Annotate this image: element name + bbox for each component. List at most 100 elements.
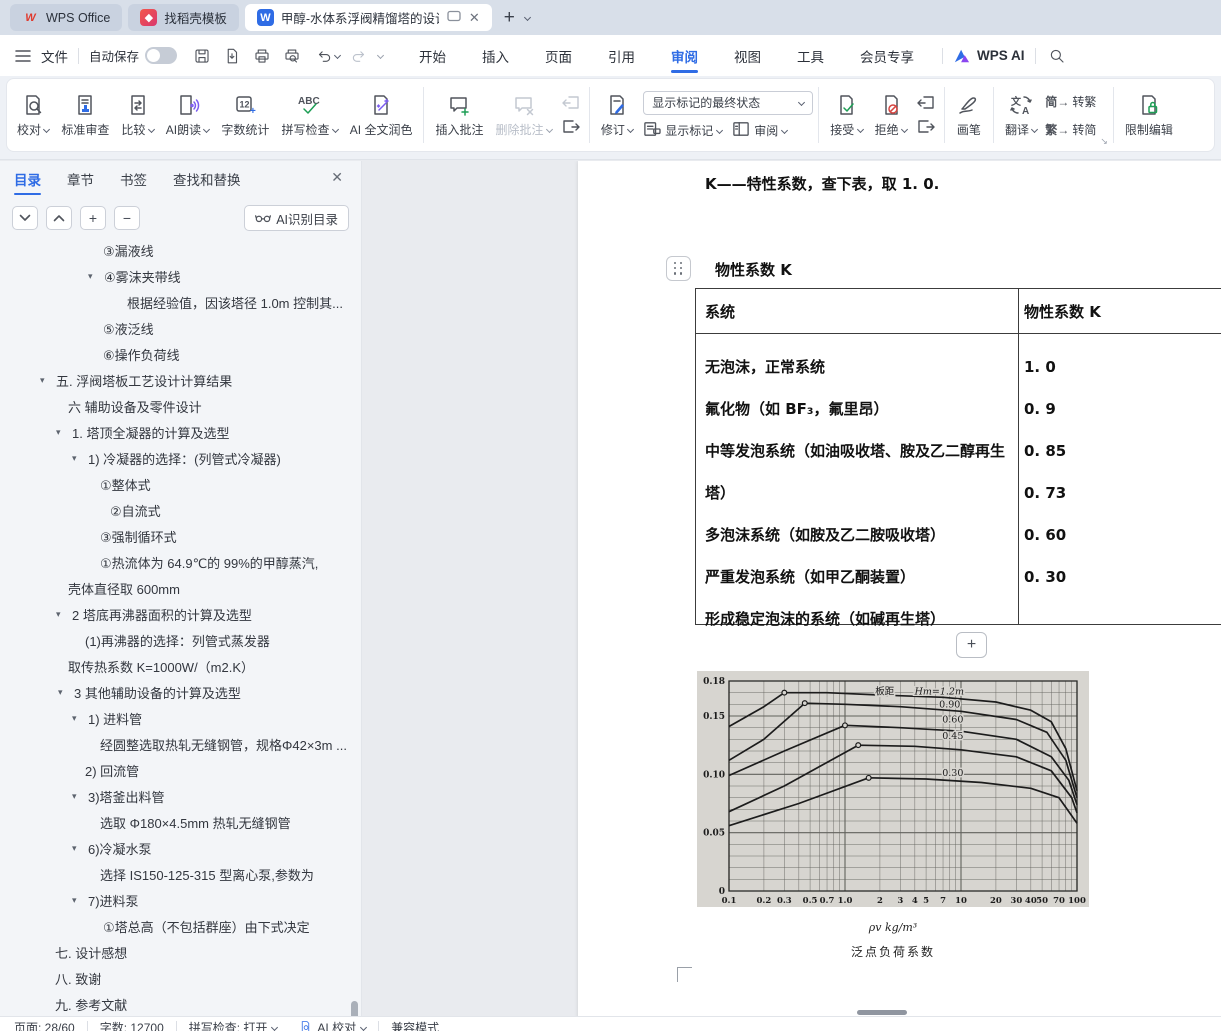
zoom-in-button[interactable]: + <box>80 206 106 230</box>
group-expand-icon[interactable]: ↘ <box>1100 136 1108 147</box>
ai-read-button[interactable]: AI朗读 <box>160 89 216 142</box>
new-tab-button[interactable]: + <box>504 7 515 29</box>
show-markup-button[interactable]: 显示标记 <box>643 121 722 140</box>
toc-item[interactable]: ▾2 塔底再沸器面积的计算及选型 <box>0 601 351 627</box>
toc-item[interactable]: ▾1. 塔顶全凝器的计算及选型 <box>0 419 351 445</box>
toc-item[interactable]: ▾五. 浮阀塔板工艺设计计算结果 <box>0 367 351 393</box>
close-tab-icon[interactable]: ✕ <box>469 10 480 26</box>
ai-check-indicator[interactable]: AI 校对 <box>299 1019 366 1031</box>
toc-item[interactable]: ③强制循环式 <box>0 523 351 549</box>
more-actions-chevron-icon[interactable] <box>377 52 384 59</box>
previous-comment-icon[interactable] <box>560 94 582 112</box>
spell-check-indicator[interactable]: 拼写检查: 打开 <box>189 1019 278 1031</box>
save-icon[interactable] <box>191 45 213 67</box>
page-indicator[interactable]: 页面: 28/60 <box>14 1019 75 1031</box>
toc-item[interactable]: ①塔总高（不包括群座）由下式决定 <box>0 913 351 939</box>
toc-collapse-caret-icon[interactable]: ▾ <box>56 427 72 438</box>
toc-item[interactable]: ①热流体为 64.9℃的 99%的甲醇蒸汽, <box>0 549 351 575</box>
detach-window-icon[interactable] <box>447 10 461 25</box>
expand-all-button[interactable] <box>46 206 72 230</box>
toc-collapse-caret-icon[interactable]: ▾ <box>72 791 88 802</box>
collapse-all-button[interactable] <box>12 206 38 230</box>
toc-item[interactable]: 壳体直径取 600mm <box>0 575 351 601</box>
table-drag-handle-icon[interactable] <box>666 256 691 281</box>
next-comment-icon[interactable] <box>560 118 582 136</box>
toc-item[interactable]: ▾1) 进料管 <box>0 705 351 731</box>
word-count-indicator[interactable]: 字数: 12700 <box>100 1019 164 1031</box>
to-traditional-button[interactable]: 简→ 转繁 <box>1045 91 1096 111</box>
menu-tools[interactable]: 工具 <box>779 36 842 76</box>
restrict-editing-button[interactable]: 限制编辑 <box>1119 89 1179 142</box>
to-simplified-button[interactable]: 繁→ 转简 <box>1045 119 1096 139</box>
track-changes-button[interactable]: 修订 <box>595 89 639 142</box>
toc-item[interactable]: ①整体式 <box>0 471 351 497</box>
toc-item[interactable]: 选择 IS150-125-315 型离心泵,参数为 <box>0 861 351 887</box>
sidebar-tab-chapters[interactable]: 章节 <box>67 161 94 197</box>
toc-item[interactable]: 经圆整选取热轧无缝钢管，规格Φ42×3m ... <box>0 731 351 757</box>
toc-item[interactable]: 九. 参考文献 <box>0 991 351 1016</box>
spell-check-button[interactable]: ABC 拼写检查 <box>275 89 343 142</box>
toc-item[interactable]: ⑥操作负荷线 <box>0 341 351 367</box>
menu-page[interactable]: 页面 <box>527 36 590 76</box>
next-change-icon[interactable] <box>915 118 937 136</box>
review-pane-button[interactable]: 审阅 <box>732 121 787 140</box>
export-pdf-icon[interactable] <box>221 45 243 67</box>
toc-collapse-caret-icon[interactable]: ▾ <box>72 453 88 464</box>
autosave-toggle[interactable] <box>145 47 177 64</box>
compare-button[interactable]: 比较 <box>115 89 159 142</box>
toc-item[interactable]: 选取 Φ180×4.5mm 热轧无缝钢管 <box>0 809 351 835</box>
ink-pen-button[interactable]: 画笔 <box>950 89 988 142</box>
word-count-button[interactable]: 12+ 字数统计 <box>215 89 275 142</box>
markup-state-dropdown[interactable]: 显示标记的最终状态 <box>643 91 813 115</box>
toc-collapse-caret-icon[interactable]: ▾ <box>72 843 88 854</box>
toc-item[interactable]: ▾3 其他辅助设备的计算及选型 <box>0 679 351 705</box>
redo-icon[interactable] <box>348 45 370 67</box>
menu-view[interactable]: 视图 <box>716 36 779 76</box>
toc-item[interactable]: 六 辅助设备及零件设计 <box>0 393 351 419</box>
print-preview-icon[interactable] <box>281 45 303 67</box>
sidebar-tab-bookmarks[interactable]: 书签 <box>120 161 147 197</box>
toc-collapse-caret-icon[interactable]: ▾ <box>72 895 88 906</box>
sidebar-tab-find-replace[interactable]: 查找和替换 <box>173 161 241 197</box>
toc-item[interactable]: (1)再沸器的选择：列管式蒸发器 <box>0 627 351 653</box>
toc-item[interactable]: ▾6)冷凝水泵 <box>0 835 351 861</box>
horizontal-scrollbar[interactable] <box>857 1010 907 1015</box>
toc-item[interactable]: ▾7)进料泵 <box>0 887 351 913</box>
wps-ai-button[interactable]: WPS AI <box>953 48 1025 64</box>
toc-item[interactable]: ⑤液泛线 <box>0 315 351 341</box>
toc-item[interactable]: ▾④雾沫夹带线 <box>0 263 351 289</box>
print-icon[interactable] <box>251 45 273 67</box>
accept-change-button[interactable]: 接受 <box>824 89 868 142</box>
ai-polish-button[interactable]: AI 全文润色 <box>344 89 419 142</box>
tab-document[interactable]: W 甲醇-水体系浮阀精馏塔的设计 ✕ <box>245 4 492 31</box>
toc-collapse-caret-icon[interactable]: ▾ <box>56 609 72 620</box>
undo-chevron-icon[interactable] <box>334 52 341 59</box>
proofread-button[interactable]: 校对 <box>11 89 55 142</box>
toc-item[interactable]: ▾3)塔釜出料管 <box>0 783 351 809</box>
toc-collapse-caret-icon[interactable]: ▾ <box>88 271 104 282</box>
toc-item[interactable]: ▾1) 冷凝器的选择：(列管式冷凝器) <box>0 445 351 471</box>
toc-item[interactable]: 根据经验值，因该塔径 1.0m 控制其... <box>0 289 351 315</box>
toc-item[interactable]: 取传热系数 K=1000W/（m2.K） <box>0 653 351 679</box>
zoom-out-button[interactable]: − <box>114 206 140 230</box>
toc-item[interactable]: 七. 设计感想 <box>0 939 351 965</box>
document-page[interactable]: K——特性系数，查下表，取 1. 0. 物性系数 K 系统 物性系数 K 无泡沫… <box>578 161 1221 1016</box>
tab-list-chevron-icon[interactable] <box>524 14 531 21</box>
toc-collapse-caret-icon[interactable]: ▾ <box>58 687 74 698</box>
toc-collapse-caret-icon[interactable]: ▾ <box>72 713 88 724</box>
add-table-row-button[interactable]: + <box>956 632 987 658</box>
search-icon[interactable] <box>1046 45 1068 67</box>
toc-collapse-caret-icon[interactable]: ▾ <box>40 375 56 386</box>
menu-insert[interactable]: 插入 <box>464 36 527 76</box>
standard-review-button[interactable]: 标准审查 <box>55 89 115 142</box>
menu-review[interactable]: 审阅 <box>653 36 716 76</box>
sidebar-tab-toc[interactable]: 目录 <box>14 161 41 197</box>
tab-docer-templates[interactable]: ◆ 找稻壳模板 <box>128 4 239 31</box>
tab-wps-office[interactable]: W WPS Office <box>10 4 122 31</box>
previous-change-icon[interactable] <box>915 94 937 112</box>
delete-comment-button[interactable]: 删除批注 <box>490 89 558 142</box>
ai-recognize-toc-button[interactable]: AI识别目录 <box>244 205 349 231</box>
insert-comment-button[interactable]: 插入批注 <box>429 89 489 142</box>
toc-item[interactable]: ③漏液线 <box>0 237 351 263</box>
menu-membership[interactable]: 会员专享 <box>842 36 932 76</box>
